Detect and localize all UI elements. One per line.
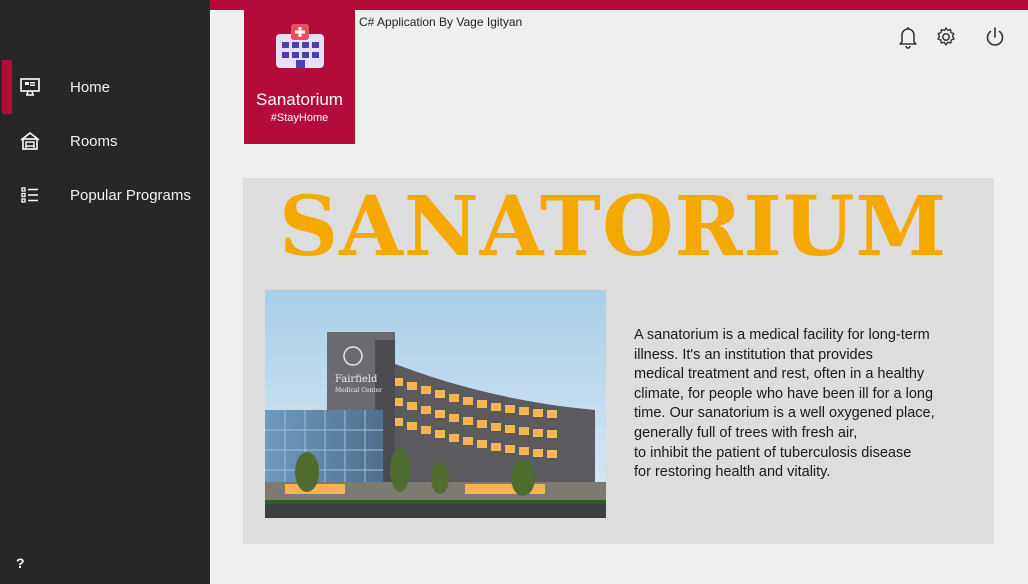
monitor-icon — [20, 78, 40, 96]
app-caption: C# Application By Vage Igityan — [359, 15, 523, 29]
logo-tagline: #StayHome — [270, 112, 329, 124]
sidebar-item-home[interactable]: Home — [0, 60, 210, 114]
page-title: SANATORIUM — [279, 179, 948, 275]
power-icon[interactable] — [983, 24, 1007, 50]
sidebar-item-label: Popular Programs — [70, 186, 191, 204]
logo-name: Sanatorium — [256, 90, 343, 109]
gear-icon[interactable] — [934, 24, 958, 50]
sign-line-2: Medical Center — [335, 387, 382, 394]
sign-line-1: Fairfield — [335, 374, 378, 385]
sidebar-item-label: Rooms — [70, 132, 118, 150]
hospital-photo: Fairfield Medical Center — [265, 290, 606, 518]
list-icon — [21, 187, 38, 203]
app-logo: Sanatorium #StayHome — [244, 10, 355, 144]
sidebar-item-rooms[interactable]: Rooms — [0, 114, 210, 168]
active-indicator — [2, 60, 12, 114]
sidebar: Home Rooms Popular Programs ? — [0, 0, 210, 584]
content-panel: SANATORIUM Fairfield Medical Center A sa… — [243, 178, 994, 544]
help-button[interactable]: ? — [16, 555, 25, 571]
house-icon — [20, 131, 40, 150]
description-text: A sanatorium is a medical facility for l… — [634, 327, 935, 481]
top-accent-bar — [210, 0, 1028, 10]
sidebar-item-label: Home — [70, 78, 111, 96]
sidebar-item-popular-programs[interactable]: Popular Programs — [0, 168, 210, 222]
hospital-photo-illustration: Fairfield Medical Center — [265, 290, 606, 518]
bell-icon[interactable] — [896, 24, 920, 50]
hospital-icon — [276, 24, 324, 68]
